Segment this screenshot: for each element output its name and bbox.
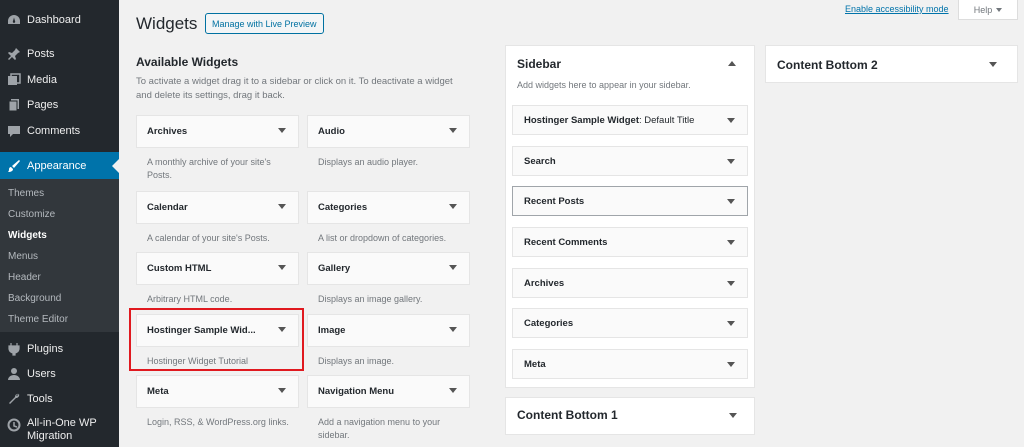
pin-icon bbox=[7, 47, 21, 61]
menu-label: Dashboard bbox=[27, 14, 81, 26]
widget-image[interactable]: Image bbox=[307, 314, 470, 347]
toggle-arrow-icon[interactable] bbox=[449, 327, 457, 332]
widget-description: A list or dropdown of categories. bbox=[318, 233, 447, 243]
page-title: Widgets bbox=[136, 14, 198, 33]
menu-item-all-in-one-wp-migration[interactable]: All-in-One WP Migration bbox=[0, 417, 119, 445]
toggle-arrow-icon[interactable] bbox=[449, 265, 457, 270]
menu-item-tools[interactable]: Tools bbox=[0, 386, 119, 412]
toggle-arrow-icon[interactable] bbox=[449, 388, 457, 393]
submenu-widgets[interactable]: Widgets bbox=[8, 230, 47, 241]
menu-label: Appearance bbox=[27, 159, 87, 172]
widget-categories[interactable]: Categories bbox=[307, 191, 470, 224]
toggle-arrow-icon[interactable] bbox=[727, 240, 735, 245]
widget-description: Displays an audio player. bbox=[318, 157, 419, 167]
menu-label: Posts bbox=[27, 48, 55, 60]
toggle-arrow-icon[interactable] bbox=[727, 159, 735, 164]
comment-icon bbox=[7, 124, 21, 138]
help-tab[interactable]: Help bbox=[958, 0, 1018, 20]
toggle-arrow-icon[interactable] bbox=[727, 362, 735, 367]
menu-label: Users bbox=[27, 368, 56, 380]
menu-item-users[interactable]: Users bbox=[0, 361, 119, 387]
submenu-background[interactable]: Background bbox=[8, 293, 61, 304]
toggle-arrow-icon[interactable] bbox=[449, 128, 457, 133]
admin-sidebar: Dashboard Posts Media Pages Comments App… bbox=[0, 0, 119, 447]
migration-icon bbox=[7, 418, 21, 432]
widget-description: Displays an image gallery. bbox=[318, 294, 423, 304]
sidebar-widget-search[interactable]: Search bbox=[512, 146, 748, 176]
caret-down-icon[interactable] bbox=[989, 62, 997, 67]
menu-item-comments[interactable]: Comments bbox=[0, 118, 119, 144]
menu-label: Plugins bbox=[27, 343, 64, 355]
toggle-arrow-icon[interactable] bbox=[449, 204, 457, 209]
enable-accessibility-mode-link[interactable]: Enable accessibility mode bbox=[845, 4, 949, 14]
sidebar-widget-recent-posts[interactable]: Recent Posts bbox=[512, 186, 748, 216]
toggle-arrow-icon[interactable] bbox=[727, 321, 735, 326]
widget-archives[interactable]: Archives bbox=[136, 115, 299, 148]
toggle-arrow-icon[interactable] bbox=[278, 204, 286, 209]
submenu-menus[interactable]: Menus bbox=[8, 251, 38, 262]
manage-live-preview-button[interactable]: Manage with Live Preview bbox=[205, 13, 324, 34]
menu-label: Media bbox=[27, 74, 57, 86]
widget-meta[interactable]: Meta bbox=[136, 375, 299, 408]
toggle-arrow-icon[interactable] bbox=[278, 265, 286, 270]
toggle-arrow-icon[interactable] bbox=[278, 128, 286, 133]
widget-navigation-menu[interactable]: Navigation Menu bbox=[307, 375, 470, 408]
toggle-arrow-icon[interactable] bbox=[727, 199, 735, 204]
menu-label: All-in-One WP Migration bbox=[27, 417, 97, 442]
widget-custom-html[interactable]: Custom HTML bbox=[136, 252, 299, 285]
sidebar-widget-meta[interactable]: Meta bbox=[512, 349, 748, 379]
highlight-box bbox=[129, 308, 304, 371]
wrench-icon bbox=[7, 392, 21, 406]
widget-description: Arbitrary HTML code. bbox=[147, 294, 233, 304]
widget-gallery[interactable]: Gallery bbox=[307, 252, 470, 285]
menu-label: Pages bbox=[27, 99, 59, 111]
widget-description: Login, RSS, & WordPress.org links. bbox=[147, 417, 289, 427]
menu-item-plugins[interactable]: Plugins bbox=[0, 336, 119, 362]
paintbrush-icon bbox=[7, 159, 21, 173]
caret-down-icon bbox=[996, 7, 1003, 12]
media-icon bbox=[7, 73, 21, 87]
pages-icon bbox=[7, 98, 21, 112]
submenu-customize[interactable]: Customize bbox=[8, 209, 55, 220]
menu-label: Comments bbox=[27, 125, 81, 137]
sidebar-widget-hostinger[interactable]: Hostinger Sample Widget: Default Title bbox=[512, 105, 748, 135]
widget-description: A calendar of your site's Posts. bbox=[147, 233, 270, 243]
menu-item-posts[interactable]: Posts bbox=[0, 41, 119, 67]
toggle-arrow-icon[interactable] bbox=[727, 118, 735, 123]
dashboard-icon bbox=[7, 13, 21, 27]
caret-down-icon[interactable] bbox=[729, 413, 737, 418]
menu-item-media[interactable]: Media bbox=[0, 67, 119, 93]
submenu-themes[interactable]: Themes bbox=[8, 188, 44, 199]
toggle-arrow-icon[interactable] bbox=[278, 388, 286, 393]
sidebar-area-description: Add widgets here to appear in your sideb… bbox=[517, 80, 691, 90]
sidebar-widget-archives[interactable]: Archives bbox=[512, 268, 748, 298]
sidebar-widget-recent-comments[interactable]: Recent Comments bbox=[512, 227, 748, 257]
submenu-theme-editor[interactable]: Theme Editor bbox=[8, 314, 68, 325]
widget-audio[interactable]: Audio bbox=[307, 115, 470, 148]
sidebar-area-title: Sidebar bbox=[517, 57, 562, 71]
available-widgets-title: Available Widgets bbox=[136, 55, 239, 69]
toggle-arrow-icon[interactable] bbox=[727, 281, 735, 286]
plug-icon bbox=[7, 342, 21, 356]
widget-calendar[interactable]: Calendar bbox=[136, 191, 299, 224]
content-bottom-2-title: Content Bottom 2 bbox=[777, 58, 878, 72]
submenu-header[interactable]: Header bbox=[8, 272, 41, 283]
widget-description: Displays an image. bbox=[318, 356, 395, 366]
menu-item-appearance[interactable]: Appearance bbox=[0, 152, 119, 179]
help-label: Help bbox=[973, 4, 993, 15]
user-icon bbox=[7, 367, 21, 381]
appearance-submenu: Themes Customize Widgets Menus Header Ba… bbox=[0, 179, 119, 332]
available-widgets-description: To activate a widget drag it to a sideba… bbox=[136, 76, 453, 101]
menu-item-dashboard[interactable]: Dashboard bbox=[0, 7, 119, 33]
sidebar-widget-categories[interactable]: Categories bbox=[512, 308, 748, 338]
widget-description: A monthly archive of your site's Posts. bbox=[147, 157, 271, 180]
content-bottom-1-title: Content Bottom 1 bbox=[517, 408, 618, 422]
widget-description: Add a navigation menu to your sidebar. bbox=[318, 417, 441, 440]
menu-item-pages[interactable]: Pages bbox=[0, 92, 119, 118]
menu-label: Tools bbox=[27, 393, 53, 405]
caret-up-icon[interactable] bbox=[728, 61, 736, 66]
